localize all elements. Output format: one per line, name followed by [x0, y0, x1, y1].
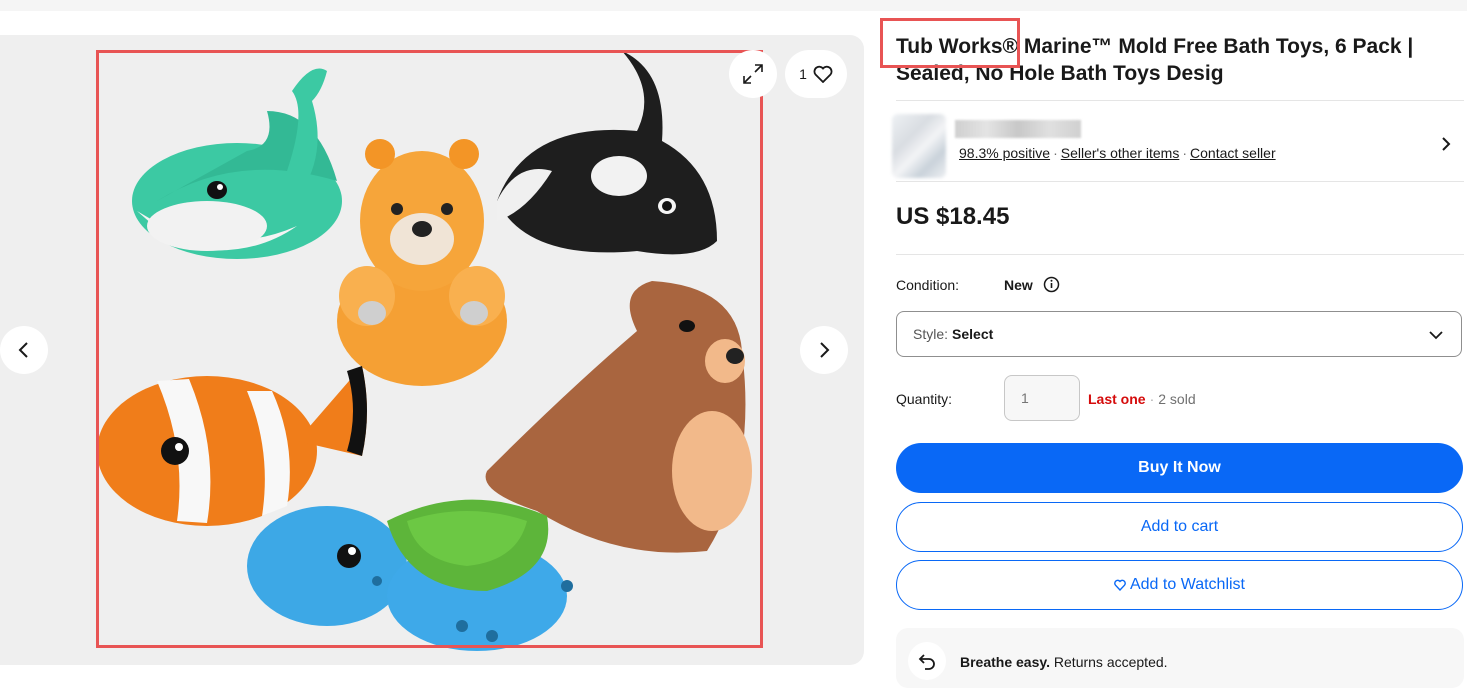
image-gallery: 1: [0, 35, 864, 665]
returns-banner: Breathe easy. Returns accepted.: [896, 628, 1464, 688]
info-icon[interactable]: [1043, 276, 1060, 293]
quantity-label: Quantity:: [896, 391, 953, 407]
return-arrow-icon: [908, 642, 946, 680]
chevron-left-icon: [18, 342, 28, 358]
dolphin-toy: [132, 68, 342, 259]
returns-policy-text: Returns accepted.: [1053, 654, 1168, 670]
seller-name-redacted[interactable]: [955, 120, 1081, 138]
expand-icon: [743, 64, 763, 84]
separator-dot: ·: [1149, 391, 1155, 407]
add-to-watchlist-button[interactable]: Add to Watchlist: [896, 560, 1463, 610]
separator-dot: ·: [1182, 145, 1188, 161]
seller-links: 98.3% positive · Seller's other items · Cont…: [959, 145, 1276, 161]
returns-bold-text: Breathe easy.: [960, 654, 1051, 670]
seller-other-items-link[interactable]: Seller's other items: [1061, 145, 1180, 161]
watch-count-button[interactable]: 1: [785, 50, 847, 98]
heart-icon: [1114, 579, 1126, 591]
condition-label: Condition:: [896, 277, 960, 293]
top-bar: [0, 0, 1467, 11]
style-select-label: Style:: [913, 326, 949, 342]
style-select-value: Select: [952, 326, 994, 342]
chevron-right-icon[interactable]: [1436, 134, 1456, 154]
heart-icon: [813, 65, 833, 83]
previous-image-button[interactable]: [0, 326, 48, 374]
seller-avatar[interactable]: [892, 114, 946, 178]
orca-toy: [497, 51, 717, 255]
separator-dot: ·: [1053, 145, 1058, 161]
condition-value: New: [1004, 277, 1033, 293]
add-to-cart-button[interactable]: Add to cart: [896, 502, 1463, 552]
expand-image-button[interactable]: [729, 50, 777, 98]
price: US $18.45: [896, 203, 1010, 230]
clownfish-toy: [97, 366, 367, 526]
style-select[interactable]: Style: Select: [896, 311, 1462, 357]
divider: [896, 100, 1464, 101]
returns-text: Breathe easy. Returns accepted.: [960, 654, 1168, 670]
quantity-input[interactable]: [1004, 375, 1080, 421]
seller-feedback-link[interactable]: 98.3% positive: [959, 145, 1050, 161]
chevron-down-icon: [1429, 331, 1443, 340]
bear-toy: [337, 139, 507, 386]
buy-it-now-button[interactable]: Buy It Now: [896, 443, 1463, 493]
title-section: Tub Works® Marine™ Mold Free Bath Toys, …: [896, 33, 1456, 87]
sold-count: 2 sold: [1158, 391, 1196, 407]
add-to-watchlist-label: Add to Watchlist: [1129, 576, 1245, 593]
divider: [896, 181, 1464, 182]
quantity-status: Last one · 2 sold: [1088, 391, 1196, 407]
contact-seller-link[interactable]: Contact seller: [1190, 145, 1276, 161]
divider: [896, 254, 1464, 255]
listing-title: Tub Works® Marine™ Mold Free Bath Toys, …: [896, 35, 1414, 85]
next-image-button[interactable]: [800, 326, 848, 374]
chevron-right-icon: [820, 342, 830, 358]
watch-count: 1: [799, 66, 807, 82]
product-image[interactable]: [97, 51, 765, 651]
turtle-toy: [247, 499, 573, 651]
availability-text: Last one: [1088, 391, 1146, 407]
seller-card[interactable]: 98.3% positive · Seller's other items · Cont…: [892, 110, 1464, 178]
